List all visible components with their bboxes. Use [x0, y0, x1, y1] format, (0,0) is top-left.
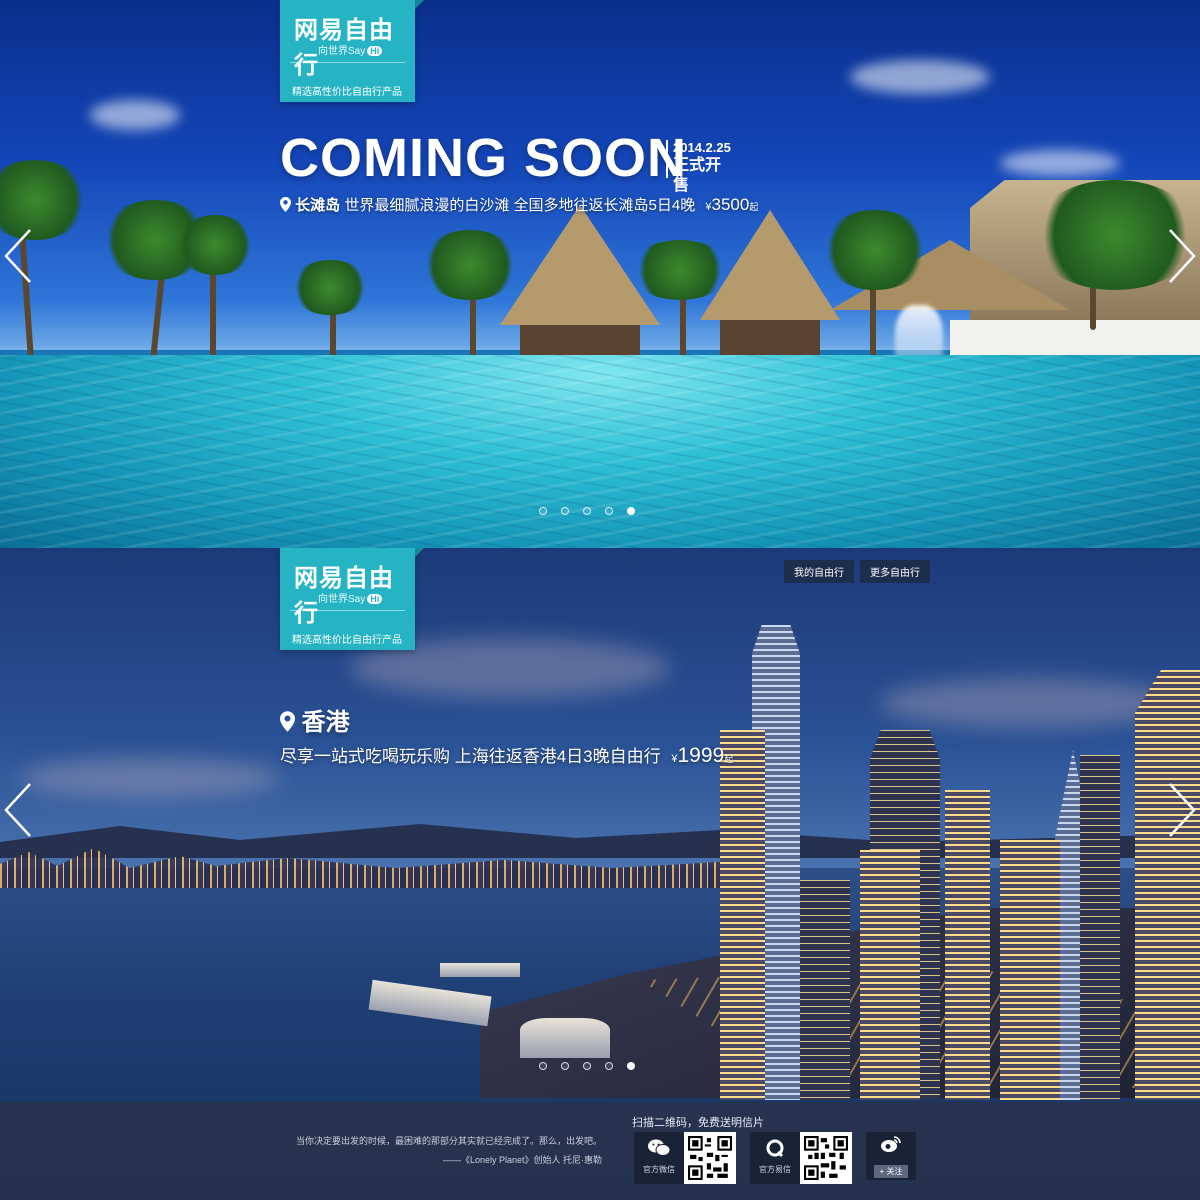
yixin-qr-block[interactable]: 官方易信 — [750, 1132, 852, 1184]
skyscraper — [720, 730, 765, 1100]
tagline-text: 向世界Say — [318, 594, 366, 605]
skyscraper — [1135, 670, 1200, 1100]
logo-tagline: 向世界Say Hi — [318, 590, 383, 605]
price-value: 1999 — [677, 744, 725, 767]
palm-leaves — [630, 240, 730, 300]
skyscraper — [1000, 840, 1060, 1100]
chevron-right-icon — [1166, 783, 1200, 844]
carousel-dot[interactable] — [605, 507, 613, 515]
location-pin-icon — [280, 709, 302, 736]
coming-soon-headline: COMING SOON — [280, 128, 688, 188]
skyscraper — [1080, 755, 1120, 1100]
convention-centre — [520, 1018, 610, 1058]
infinity-pool — [0, 355, 1200, 548]
carousel-dot[interactable] — [561, 1062, 569, 1070]
chevron-left-icon — [0, 783, 34, 844]
palm-leaves — [420, 230, 520, 300]
price-suffix: 起 — [749, 202, 759, 212]
carousel-dot[interactable] — [539, 507, 547, 515]
destination-title: 香港 — [280, 702, 350, 737]
sale-label: 正式开售 — [673, 157, 722, 194]
promo-description[interactable]: 长滩岛 世界最细腻浪漫的白沙滩 全国多地往返长滩岛5日4晚 ¥3500起 — [280, 194, 758, 215]
wechat-qr-code — [684, 1132, 736, 1184]
carousel-indicator — [539, 1062, 635, 1070]
wechat-label-box: 官方微信 — [634, 1132, 684, 1184]
description-text: 尽享一站式吃喝玩乐购 上海往返香港4日3晚自由行 — [280, 747, 661, 766]
more-trips-link[interactable]: 更多自由行 — [860, 560, 930, 583]
prev-slide-button[interactable] — [0, 226, 34, 286]
skyscraper — [945, 790, 990, 1100]
palm-leaves — [175, 215, 255, 275]
follow-label: + 关注 — [873, 1165, 909, 1178]
logo-slogan: 精选高性价比自由行产品 — [292, 635, 402, 646]
top-nav: 我的自由行 更多自由行 — [784, 560, 930, 583]
sale-date: 2014.2.25 — [673, 140, 731, 155]
sale-date-box: 2014.2.25 正式开售 — [666, 140, 732, 194]
yixin-label: 官方易信 — [759, 1165, 791, 1174]
cloud — [90, 100, 180, 130]
carousel-indicator — [539, 507, 635, 515]
banner-changtan-island[interactable]: 网易自由行 向世界Say Hi 精选高性价比自由行产品 COMING SOON 2… — [0, 0, 1200, 548]
logo-divider — [290, 610, 405, 611]
cloud — [1000, 150, 1120, 176]
my-trip-link[interactable]: 我的自由行 — [784, 560, 854, 583]
wechat-icon — [634, 1138, 684, 1164]
white-terrace — [950, 320, 1200, 360]
next-slide-button[interactable] — [1166, 780, 1200, 840]
palm-leaves — [290, 260, 370, 315]
brand-logo-tag[interactable]: 网易自由行 向世界Say Hi 精选高性价比自由行产品 — [280, 548, 424, 650]
description-text: 世界最细腻浪漫的白沙滩 全国多地往返长滩岛5日4晚 — [344, 197, 696, 214]
ferry-pier — [440, 963, 520, 977]
prev-slide-button[interactable] — [0, 780, 34, 840]
yixin-label-box: 官方易信 — [750, 1132, 800, 1184]
skyscraper — [800, 880, 850, 1100]
location-name: 香港 — [301, 709, 350, 736]
skyscraper — [860, 850, 920, 1100]
wechat-label: 官方微信 — [643, 1165, 675, 1174]
yixin-icon — [750, 1138, 800, 1164]
carousel-dot-active[interactable] — [627, 507, 635, 515]
chevron-left-icon — [0, 229, 34, 290]
location-pin-icon — [280, 197, 295, 214]
chevron-right-icon — [1166, 229, 1200, 290]
location-name: 长滩岛 — [295, 197, 341, 214]
palm-leaves — [820, 210, 930, 290]
price-suffix: 起 — [724, 754, 734, 764]
scan-qr-title: 扫描二维码，免费送明信片 — [632, 1117, 764, 1129]
weibo-follow-button[interactable]: + 关注 — [866, 1132, 916, 1180]
footer-bar: 当你决定要出发的时候，最困难的那部分其实就已经完成了。那么，出发吧。 ——《Lo… — [0, 1102, 1200, 1200]
cloud — [20, 758, 280, 798]
price-value: 3500 — [711, 195, 750, 214]
next-slide-button[interactable] — [1166, 226, 1200, 286]
banner-hong-kong[interactable]: 网易自由行 向世界Say Hi 精选高性价比自由行产品 我的自由行 更多自由行 香… — [0, 548, 1200, 1200]
carousel-dot[interactable] — [539, 1062, 547, 1070]
wechat-qr-block[interactable]: 官方微信 — [634, 1132, 736, 1184]
carousel-dot[interactable] — [583, 507, 591, 515]
tagline-text: 向世界Say — [318, 46, 366, 57]
carousel-dot-active[interactable] — [627, 1062, 635, 1070]
brand-logo-tag[interactable]: 网易自由行 向世界Say Hi 精选高性价比自由行产品 — [280, 0, 424, 102]
logo-divider — [290, 62, 405, 63]
hi-badge: Hi — [367, 46, 383, 56]
yixin-qr-code — [800, 1132, 852, 1184]
carousel-dot[interactable] — [583, 1062, 591, 1070]
weibo-icon — [866, 1132, 916, 1161]
cloud — [850, 60, 990, 94]
promo-description[interactable]: 尽享一站式吃喝玩乐购 上海往返香港4日3晚自由行 ¥1999起 — [280, 742, 733, 768]
carousel-dot[interactable] — [605, 1062, 613, 1070]
quote-text: 当你决定要出发的时候，最困难的那部分其实就已经完成了。那么，出发吧。 — [295, 1136, 602, 1146]
hi-badge: Hi — [367, 594, 383, 604]
logo-slogan: 精选高性价比自由行产品 — [292, 87, 402, 98]
quote-attribution: ——《Lonely Planet》创始人 托尼·惠勒 — [442, 1155, 602, 1165]
logo-tagline: 向世界Say Hi — [318, 42, 383, 57]
central-skyscrapers — [700, 548, 1200, 1100]
carousel-dot[interactable] — [561, 507, 569, 515]
